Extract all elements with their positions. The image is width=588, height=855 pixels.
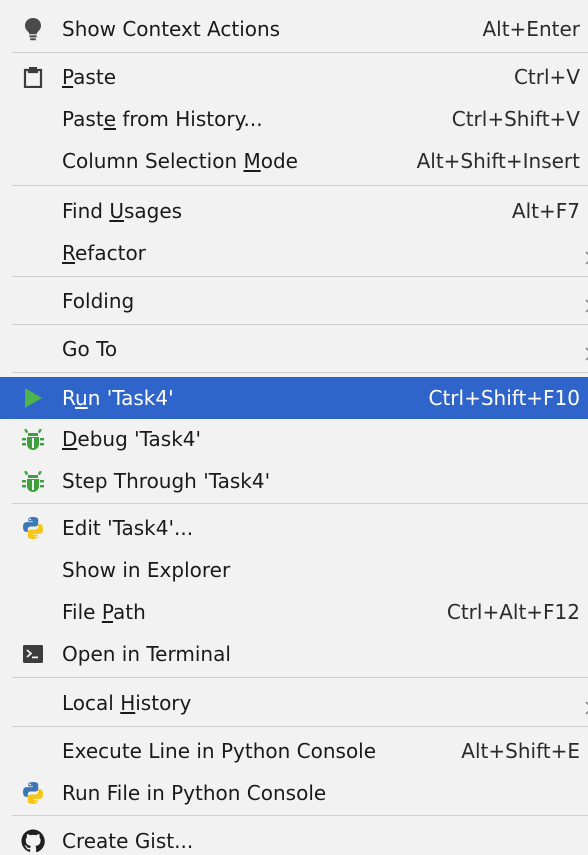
menu-separator [12, 324, 588, 325]
menu-item-shortcut: Alt+Enter [482, 17, 580, 41]
menu-item-label: Run 'Task4' [62, 386, 174, 410]
menu-item-shortcut: Ctrl+V [513, 65, 580, 89]
menu-item-label: Folding [62, 289, 135, 313]
clipboard-icon [20, 64, 46, 90]
python-logo-icon [20, 515, 46, 541]
menu-separator [12, 372, 588, 373]
menu-item-run-file-in-python-console[interactable]: Run File in Python Console [0, 775, 588, 811]
menu-separator [12, 276, 588, 277]
menu-item-show-context-actions[interactable]: Show Context Actions Alt+Enter [0, 11, 588, 47]
submenu-arrow-icon [584, 696, 588, 715]
menu-item-label: Find Usages [62, 199, 183, 223]
menu-item-label: Edit 'Task4'... [62, 516, 194, 540]
menu-item-debug-task4[interactable]: Debug 'Task4' [0, 421, 588, 457]
menu-item-go-to[interactable]: Go To [0, 331, 588, 367]
menu-item-label: Paste [62, 65, 116, 89]
menu-item-label: Show in Explorer [62, 558, 231, 582]
menu-item-shortcut: Alt+Shift+E [461, 739, 580, 763]
menu-item-open-in-terminal[interactable]: Open in Terminal [0, 636, 588, 672]
menu-item-local-history[interactable]: Local History [0, 685, 588, 721]
menu-item-file-path[interactable]: File Path Ctrl+Alt+F12 [0, 594, 588, 630]
python-logo-icon [20, 780, 46, 806]
menu-item-refactor[interactable]: Refactor [0, 235, 588, 271]
menu-item-shortcut: Ctrl+Alt+F12 [446, 600, 580, 624]
menu-separator [12, 677, 588, 678]
menu-separator [12, 52, 588, 53]
menu-item-paste[interactable]: Paste Ctrl+V [0, 59, 588, 95]
menu-item-label: Local History [62, 691, 192, 715]
menu-item-paste-from-history[interactable]: Paste from History... Ctrl+Shift+V [0, 101, 588, 137]
terminal-icon [20, 641, 46, 667]
menu-item-label: Go To [62, 337, 118, 361]
menu-item-create-gist[interactable]: Create Gist... [0, 823, 588, 855]
menu-separator [12, 726, 588, 727]
menu-separator [12, 185, 588, 186]
menu-item-shortcut: Ctrl+Shift+F10 [428, 386, 580, 410]
lightbulb-icon [20, 16, 46, 42]
menu-item-folding[interactable]: Folding [0, 283, 588, 319]
menu-item-label: Show Context Actions [62, 17, 281, 41]
menu-item-show-in-explorer[interactable]: Show in Explorer [0, 552, 588, 588]
menu-item-find-usages[interactable]: Find Usages Alt+F7 [0, 193, 588, 229]
menu-item-label: Run File in Python Console [62, 781, 327, 805]
menu-separator [12, 815, 588, 816]
menu-item-shortcut: Alt+F7 [511, 199, 580, 223]
menu-item-label: Refactor [62, 241, 146, 265]
menu-item-edit-task4[interactable]: Edit 'Task4'... [0, 510, 588, 546]
menu-item-shortcut: Ctrl+Shift+V [451, 107, 580, 131]
menu-item-label: File Path [62, 600, 146, 624]
menu-item-label: Create Gist... [62, 829, 194, 853]
menu-item-run-task4[interactable]: Run 'Task4' Ctrl+Shift+F10 [0, 377, 588, 419]
submenu-arrow-icon [584, 246, 588, 265]
menu-item-execute-line-in-python-console[interactable]: Execute Line in Python Console Alt+Shift… [0, 733, 588, 769]
run-icon [20, 385, 46, 411]
menu-item-label: Open in Terminal [62, 642, 231, 666]
menu-item-label: Execute Line in Python Console [62, 739, 377, 763]
menu-item-step-through-task4[interactable]: Step Through 'Task4' [0, 463, 588, 499]
submenu-arrow-icon [584, 342, 588, 361]
github-icon [20, 828, 46, 854]
debug-bug-icon [20, 468, 46, 494]
menu-item-column-selection-mode[interactable]: Column Selection Mode Alt+Shift+Insert [0, 143, 588, 179]
submenu-arrow-icon [584, 294, 588, 313]
editor-context-menu: Show Context Actions Alt+Enter Paste Ctr… [0, 0, 588, 855]
menu-item-label: Debug 'Task4' [62, 427, 202, 451]
menu-item-label: Column Selection Mode [62, 149, 298, 173]
menu-item-shortcut: Alt+Shift+Insert [416, 149, 580, 173]
menu-item-label: Paste from History... [62, 107, 263, 131]
menu-separator [12, 503, 588, 504]
debug-bug-icon [20, 426, 46, 452]
menu-item-label: Step Through 'Task4' [62, 469, 271, 493]
